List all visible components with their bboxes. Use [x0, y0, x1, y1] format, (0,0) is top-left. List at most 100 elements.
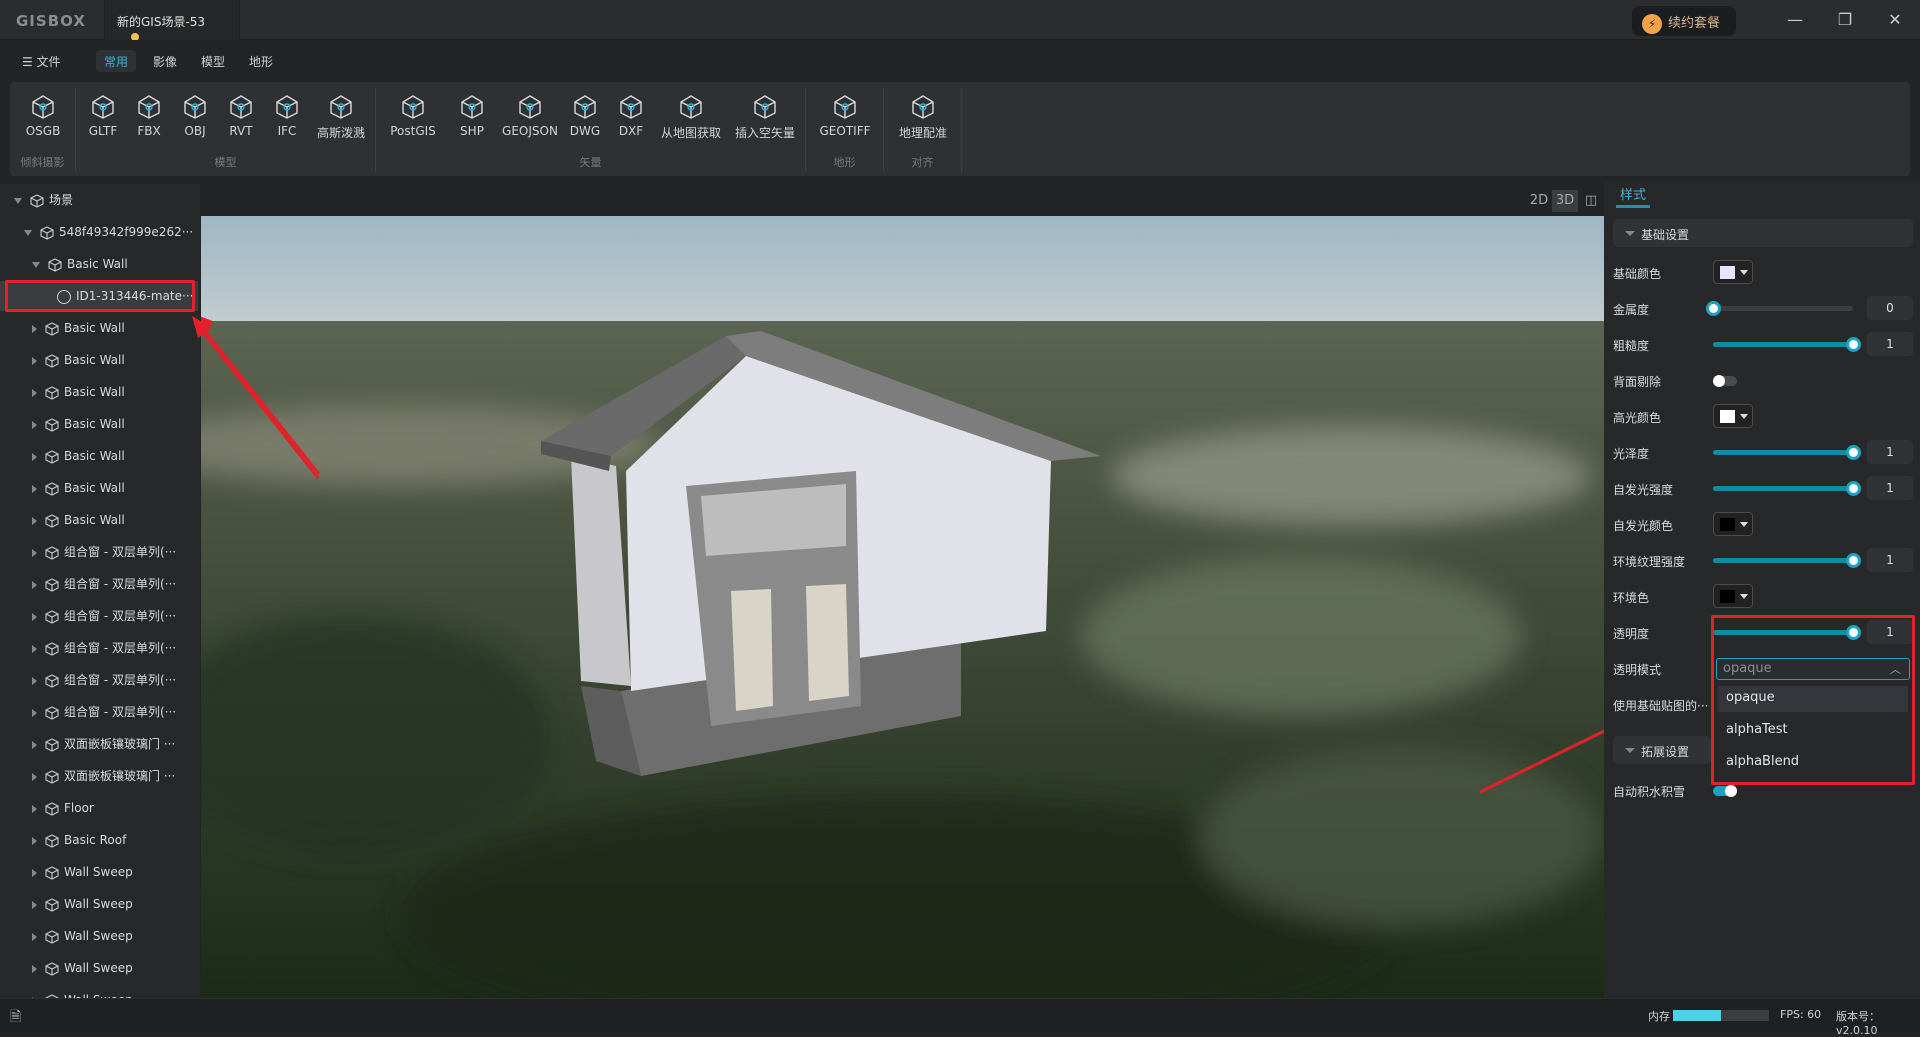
expand-caret-icon[interactable] [32, 772, 37, 781]
tree-item[interactable]: 组合窗 - 双层单列(··· [0, 665, 198, 695]
expand-caret-icon[interactable] [32, 516, 37, 525]
tree-item[interactable]: 组合窗 - 双层单列(··· [0, 569, 198, 599]
tree-item[interactable]: Wall Sweep [0, 985, 198, 998]
ribbon-button-obj[interactable]: OBJ [172, 88, 218, 138]
expand-caret-icon[interactable] [32, 708, 37, 717]
slider[interactable] [1713, 337, 1861, 352]
document-tab[interactable]: 新的GIS场景-53 [104, 0, 240, 41]
tree-item[interactable]: Basic Wall [0, 345, 198, 375]
close-button[interactable]: ✕ [1880, 8, 1910, 32]
ribbon-button-shp[interactable]: SHP [446, 88, 498, 138]
expand-caret-icon[interactable] [32, 932, 37, 941]
minimize-button[interactable]: — [1780, 8, 1810, 32]
tree-item[interactable]: Wall Sweep [0, 857, 198, 887]
expand-caret-icon[interactable] [32, 420, 37, 429]
toggle-switch[interactable] [1713, 375, 1737, 387]
expand-caret-icon[interactable] [32, 964, 37, 973]
expand-caret-icon[interactable] [32, 900, 37, 909]
tab-style[interactable]: 样式 [1616, 182, 1651, 208]
slider[interactable] [1713, 445, 1861, 460]
color-picker[interactable] [1713, 512, 1753, 536]
expand-caret-icon[interactable] [32, 452, 37, 461]
file-menu[interactable]: ☰ 文件 [14, 50, 69, 72]
tree-item[interactable]: Basic Wall [0, 505, 198, 535]
number-input[interactable]: 0 [1867, 296, 1913, 320]
tree-item[interactable]: Basic Wall [0, 313, 198, 343]
expand-caret-icon[interactable] [32, 676, 37, 685]
tree-root-scene[interactable]: 场景 [0, 185, 198, 215]
restore-button[interactable]: ❐ [1830, 8, 1860, 32]
expand-caret-icon[interactable] [32, 612, 37, 621]
expand-caret-icon[interactable] [32, 740, 37, 749]
ribbon-button-dwg[interactable]: DWG [562, 88, 608, 138]
expand-caret-icon[interactable] [32, 548, 37, 557]
tree-item[interactable]: Floor [0, 793, 198, 823]
renew-plan-button[interactable]: ⚡ 续约套餐 [1632, 6, 1736, 36]
tab-common[interactable]: 常用 [96, 50, 137, 72]
color-picker[interactable] [1713, 404, 1753, 428]
tree-item[interactable]: 组合窗 - 双层单列(··· [0, 537, 198, 567]
expand-caret-icon[interactable] [32, 484, 37, 493]
tree-item[interactable]: Basic Wall [0, 377, 198, 407]
extended-settings-section[interactable]: 拓展设置 [1613, 736, 1711, 764]
tree-item[interactable]: Wall Sweep [0, 921, 198, 951]
tree-item[interactable]: 组合窗 - 双层单列(··· [0, 601, 198, 631]
ribbon-button-gltf[interactable]: GLTF [80, 88, 126, 138]
tree-item[interactable]: Basic Wall [0, 473, 198, 503]
color-picker[interactable] [1713, 584, 1753, 608]
ribbon-button-高斯泼溅[interactable]: 高斯泼溅 [310, 88, 372, 141]
ribbon-button-geojson[interactable]: GEOJSON [498, 88, 562, 138]
ribbon-button-rvt[interactable]: RVT [218, 88, 264, 138]
split-view-icon[interactable]: ◫ [1578, 190, 1604, 212]
tree-item[interactable]: Basic Wall [0, 409, 198, 439]
ribbon-button-地理配准[interactable]: 地理配准 [888, 88, 958, 141]
expand-caret-icon[interactable] [32, 868, 37, 877]
tab-model[interactable]: 模型 [193, 50, 233, 72]
ribbon-button-fbx[interactable]: FBX [126, 88, 172, 138]
tab-terrain[interactable]: 地形 [241, 50, 281, 72]
slider[interactable] [1706, 301, 1853, 316]
tree-item[interactable]: 双面嵌板镶玻璃门 ··· [0, 729, 198, 759]
number-input[interactable]: 1 [1867, 440, 1913, 464]
ribbon-button-geotiff[interactable]: GEOTIFF [810, 88, 880, 138]
number-input[interactable]: 1 [1867, 548, 1913, 572]
ribbon-button-postgis[interactable]: PostGIS [380, 88, 446, 138]
tree-item[interactable]: Basic Wall [0, 441, 198, 471]
tree-item[interactable]: 组合窗 - 双层单列(··· [0, 633, 198, 663]
tree-item[interactable]: Basic Roof [0, 825, 198, 855]
expand-caret-icon[interactable] [32, 261, 40, 268]
ribbon-button-从地图获取[interactable]: 从地图获取 [654, 88, 728, 141]
number-input[interactable]: 1 [1867, 476, 1913, 500]
expand-caret-icon[interactable] [32, 836, 37, 845]
slider[interactable] [1713, 481, 1861, 496]
ribbon-button-dxf[interactable]: DXF [608, 88, 654, 138]
ribbon-button-插入空矢量[interactable]: 插入空矢量 [728, 88, 802, 141]
log-icon[interactable]: 🗎 [10, 1006, 21, 1030]
view-2d-button[interactable]: 2D [1526, 190, 1552, 212]
expand-caret-icon[interactable] [32, 324, 37, 333]
tree-item-model[interactable]: 548f49342f999e262··· [0, 217, 198, 247]
color-picker[interactable] [1713, 260, 1753, 284]
expand-caret-icon[interactable] [32, 644, 37, 653]
expand-caret-icon[interactable] [24, 229, 32, 236]
file-chart-icon [461, 95, 483, 119]
tree-item[interactable]: Basic Wall [0, 249, 198, 279]
basic-settings-section[interactable]: 基础设置 [1613, 219, 1913, 247]
number-input[interactable]: 1 [1867, 332, 1913, 356]
expand-caret-icon[interactable] [14, 197, 22, 204]
auto-snow-toggle[interactable] [1713, 785, 1737, 797]
expand-caret-icon[interactable] [32, 580, 37, 589]
expand-caret-icon[interactable] [32, 804, 37, 813]
tree-item[interactable]: Wall Sweep [0, 953, 198, 983]
slider[interactable] [1713, 553, 1861, 568]
ribbon-button-osgb[interactable]: OSGB [14, 88, 72, 138]
expand-caret-icon[interactable] [32, 388, 37, 397]
tree-item[interactable]: 双面嵌板镶玻璃门 ··· [0, 761, 198, 791]
ribbon-button-ifc[interactable]: IFC [264, 88, 310, 138]
tree-item[interactable]: 组合窗 - 双层单列(··· [0, 697, 198, 727]
tree-item[interactable]: Wall Sweep [0, 889, 198, 919]
view-3d-button[interactable]: 3D [1552, 190, 1578, 212]
tab-imagery[interactable]: 影像 [145, 50, 185, 72]
3d-viewport[interactable] [201, 216, 1604, 998]
expand-caret-icon[interactable] [32, 356, 37, 365]
